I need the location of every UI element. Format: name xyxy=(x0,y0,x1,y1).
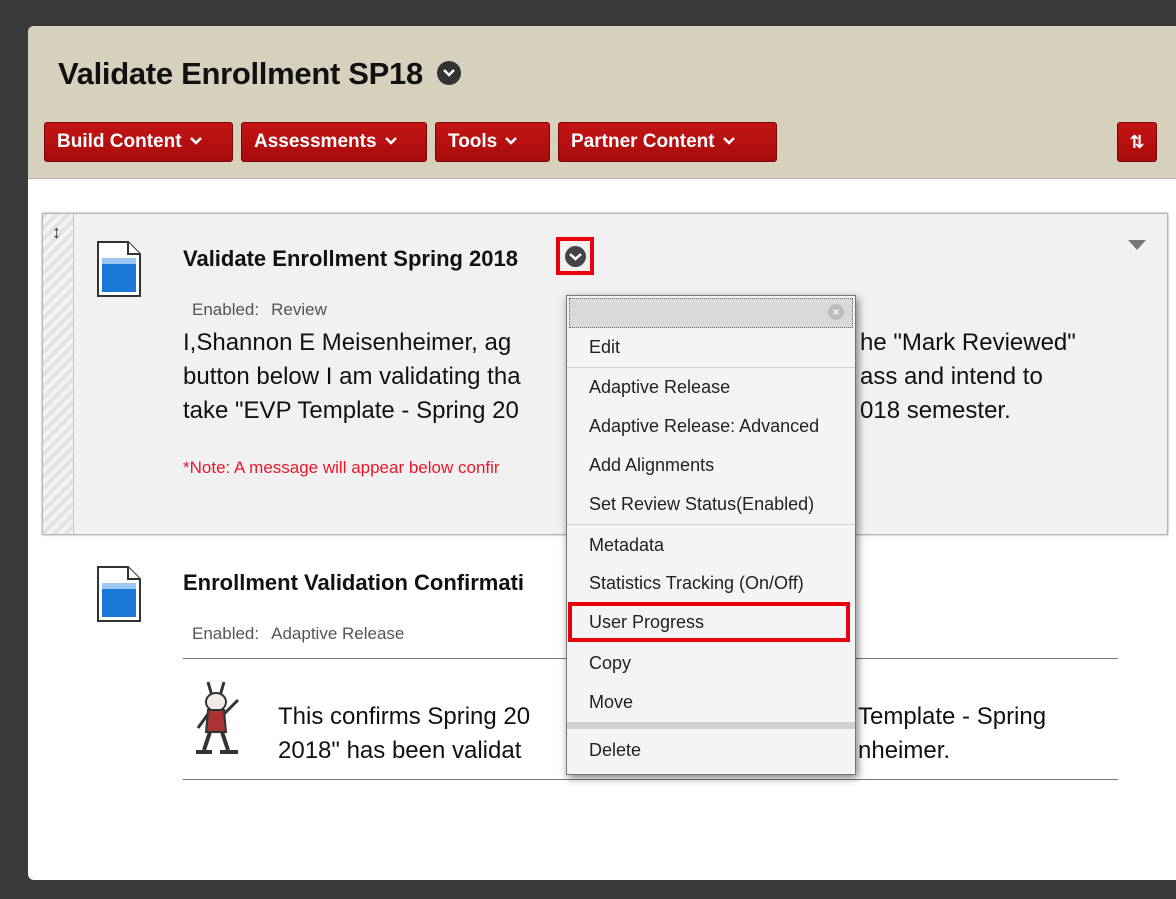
item-status: Enabled: Review xyxy=(192,300,327,320)
item-body-right: Template - Spring nheimer. xyxy=(858,700,1046,768)
item-body-left: I,Shannon E Meisenheimer, ag button belo… xyxy=(183,326,521,428)
close-icon[interactable]: × xyxy=(828,304,844,320)
menu-item-delete[interactable]: Delete xyxy=(567,731,855,769)
menu-item-add-alignments[interactable]: Add Alignments xyxy=(567,446,855,484)
partner-content-label: Partner Content xyxy=(571,131,715,152)
chevron-down-icon xyxy=(722,122,735,160)
chevron-down-icon[interactable] xyxy=(437,60,462,85)
divider xyxy=(183,779,1118,780)
document-icon xyxy=(97,566,141,622)
status-value: Adaptive Release xyxy=(271,624,405,643)
page-title: Validate Enrollment SP18 xyxy=(58,56,462,92)
body-line: he "Mark Reviewed" xyxy=(860,329,1076,356)
status-label: Enabled: xyxy=(192,300,260,319)
options-chevron-button[interactable] xyxy=(556,237,594,275)
course-title-text: Validate Enrollment SP18 xyxy=(58,56,423,91)
menu-divider xyxy=(567,524,855,525)
status-value: Review xyxy=(271,300,327,319)
item-status: Enabled: Adaptive Release xyxy=(192,624,404,644)
body-line: I,Shannon E Meisenheimer, ag xyxy=(183,329,512,356)
tools-button[interactable]: Tools xyxy=(435,122,550,162)
context-menu: × Edit Adaptive Release Adaptive Release… xyxy=(566,295,856,775)
body-line: Template - Spring xyxy=(858,703,1047,730)
status-label: Enabled: xyxy=(192,624,260,643)
reorder-button[interactable]: ⇅ xyxy=(1117,122,1157,162)
body-line: This confirms Spring 20 xyxy=(278,703,531,730)
note-text: *Note: A message will appear below confi… xyxy=(183,458,500,477)
item-body-left: This confirms Spring 20 2018" has been v… xyxy=(278,700,530,768)
body-line: 2018" has been validat xyxy=(278,737,522,764)
item-body-right: he "Mark Reviewed" ass and intend to 018… xyxy=(860,326,1076,428)
chevron-down-icon xyxy=(189,122,202,160)
menu-item-statistics-tracking[interactable]: Statistics Tracking (On/Off) xyxy=(567,564,855,602)
partner-content-button[interactable]: Partner Content xyxy=(558,122,777,162)
chevron-down-icon xyxy=(565,246,586,267)
build-content-label: Build Content xyxy=(57,131,182,152)
user-progress-highlight xyxy=(568,602,850,642)
body-line: take "EVP Template - Spring 20 xyxy=(183,397,519,424)
menu-item-set-review-status[interactable]: Set Review Status(Enabled) xyxy=(567,485,855,523)
menu-divider xyxy=(567,722,855,729)
mascot-image xyxy=(196,681,240,754)
menu-item-move[interactable]: Move xyxy=(567,683,855,721)
sort-icon: ⇅ xyxy=(1129,132,1145,152)
menu-item-adaptive-release-advanced[interactable]: Adaptive Release: Advanced xyxy=(567,407,855,445)
build-content-button[interactable]: Build Content xyxy=(44,122,233,162)
collapse-arrow-icon[interactable] xyxy=(1128,240,1146,250)
menu-item-edit[interactable]: Edit xyxy=(567,328,855,366)
document-icon xyxy=(97,241,141,297)
body-line: 018 semester. xyxy=(860,397,1011,424)
body-line: button below I am validating tha xyxy=(183,363,521,390)
chevron-down-icon xyxy=(505,122,518,160)
item-title[interactable]: Enrollment Validation Confirmati xyxy=(183,570,524,596)
menu-item-metadata[interactable]: Metadata xyxy=(567,526,855,564)
drag-handle-icon[interactable]: ↕ xyxy=(43,214,74,534)
body-line: nheimer. xyxy=(858,737,951,764)
tools-label: Tools xyxy=(448,131,498,152)
item-title[interactable]: Validate Enrollment Spring 2018 xyxy=(183,246,518,272)
body-line: ass and intend to xyxy=(860,363,1043,390)
chevron-down-icon xyxy=(384,122,397,160)
menu-item-copy[interactable]: Copy xyxy=(567,644,855,682)
assessments-label: Assessments xyxy=(254,131,377,152)
assessments-button[interactable]: Assessments xyxy=(241,122,427,162)
menu-item-adaptive-release[interactable]: Adaptive Release xyxy=(567,368,855,406)
context-menu-header: × xyxy=(569,298,853,328)
